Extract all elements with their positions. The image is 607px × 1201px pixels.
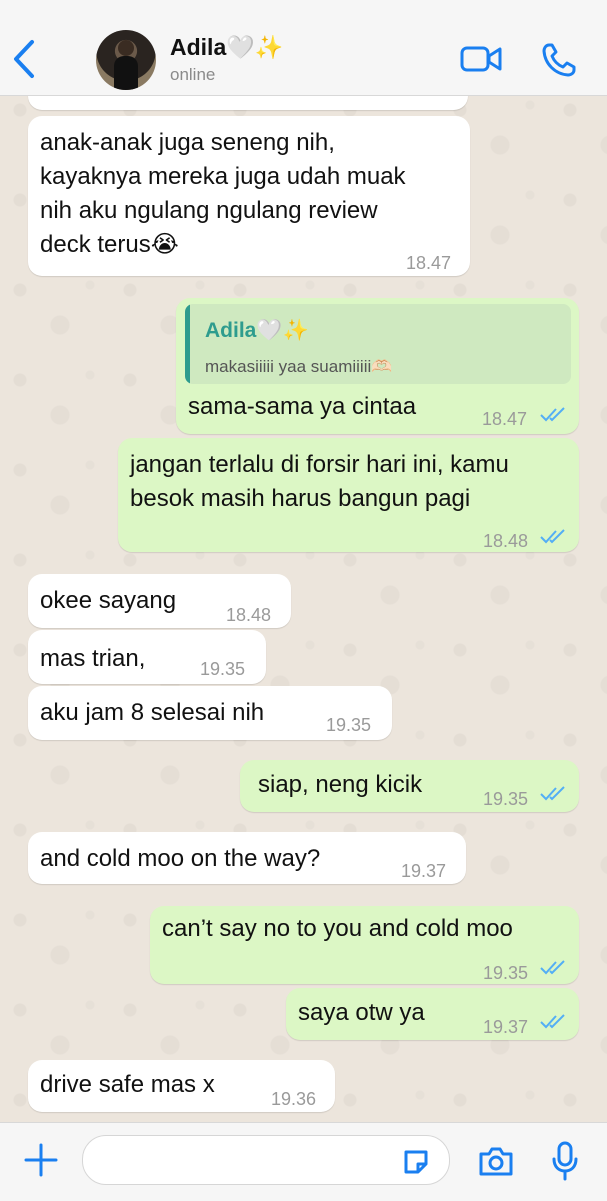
message-text: aku jam 8 selesai nih xyxy=(40,699,265,726)
plus-icon[interactable] xyxy=(24,1143,58,1177)
message-time: 18.48 xyxy=(483,531,529,551)
message-time: 19.36 xyxy=(271,1089,317,1109)
phone-icon[interactable] xyxy=(541,42,577,78)
message-bubble[interactable]: can’t say no to you and cold moo 19.35 xyxy=(150,906,579,984)
composer-bar xyxy=(0,1122,607,1201)
quote-text: makasiiiii yaa suamiiiii🫶🏻 xyxy=(205,357,393,376)
read-ticks-icon xyxy=(540,1014,565,1029)
video-camera-icon[interactable] xyxy=(460,44,502,74)
message-time: 19.35 xyxy=(483,789,529,809)
message-bubble[interactable]: aku jam 8 selesai nih 19.35 xyxy=(28,686,392,740)
avatar-head xyxy=(118,40,134,56)
message-bubble[interactable]: saya otw ya 19.37 xyxy=(286,988,579,1040)
message-text: okee sayang xyxy=(40,587,177,614)
message-bubble[interactable]: jangan terlalu di forsir hari ini, kamu … xyxy=(118,438,579,552)
message-text: sama-sama ya cintaa xyxy=(188,393,417,420)
quote-author: Adila🤍✨ xyxy=(205,319,309,342)
message-text: saya otw ya xyxy=(298,999,425,1026)
read-ticks-icon xyxy=(540,960,565,975)
message-text: and cold moo on the way? xyxy=(40,845,321,872)
message-time: 19.37 xyxy=(401,861,447,881)
message-text: siap, neng kicik xyxy=(258,771,423,798)
message-text: anak-anak juga seneng nih, kayaknya mere… xyxy=(40,129,406,258)
read-ticks-icon xyxy=(540,529,565,544)
message-bubble[interactable]: mas trian, 19.35 xyxy=(28,630,266,684)
chevron-left-icon[interactable] xyxy=(10,38,40,80)
contact-name[interactable]: Adila🤍✨ xyxy=(170,34,284,61)
message-text: drive safe mas x xyxy=(40,1071,215,1098)
sticker-icon[interactable] xyxy=(402,1148,430,1176)
contact-status: online xyxy=(170,65,216,84)
message-input[interactable] xyxy=(82,1135,450,1185)
camera-icon[interactable] xyxy=(478,1145,514,1177)
message-time: 19.35 xyxy=(483,963,529,983)
message-time: 18.47 xyxy=(406,253,452,273)
message-time: 18.47 xyxy=(482,409,528,429)
message-text: can’t say no to you and cold moo xyxy=(162,915,513,942)
avatar-body xyxy=(114,56,138,90)
quote-bar xyxy=(185,304,190,384)
message-time: 19.37 xyxy=(483,1017,529,1037)
message-bubble[interactable]: Adila🤍✨ makasiiiii yaa suamiiiii🫶🏻 sama-… xyxy=(176,298,579,434)
microphone-icon[interactable] xyxy=(552,1141,578,1181)
message-bubble[interactable]: drive safe mas x 19.36 xyxy=(28,1060,335,1112)
read-ticks-icon xyxy=(540,407,565,422)
chat-header: Adila🤍✨ online xyxy=(0,0,607,96)
message-text: jangan terlalu di forsir hari ini, kamu … xyxy=(130,451,509,512)
message-time: 18.48 xyxy=(226,605,272,625)
read-ticks-icon xyxy=(540,786,565,801)
message-bubble[interactable]: anak-anak juga seneng nih, kayaknya mere… xyxy=(28,116,470,276)
avatar[interactable] xyxy=(96,30,156,90)
message-time: 19.35 xyxy=(200,659,246,679)
message-bubble[interactable]: and cold moo on the way? 19.37 xyxy=(28,832,466,884)
message-text: mas trian, xyxy=(40,645,146,672)
quoted-message[interactable]: Adila🤍✨ makasiiiii yaa suamiiiii🫶🏻 xyxy=(185,304,571,384)
message-time: 19.35 xyxy=(326,715,372,735)
message-bubble[interactable]: okee sayang 18.48 xyxy=(28,574,291,628)
message-bubble[interactable]: siap, neng kicik 19.35 xyxy=(240,760,579,812)
